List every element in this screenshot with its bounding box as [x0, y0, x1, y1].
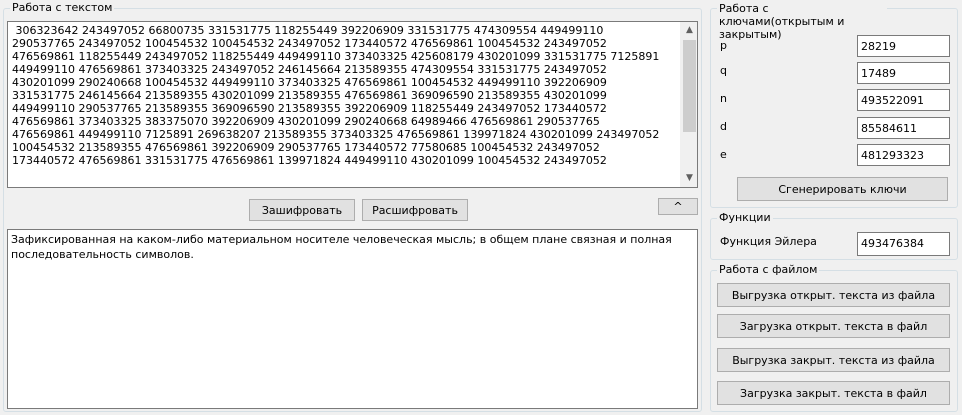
- key-label-n: n: [720, 92, 727, 105]
- scroll-thumb[interactable]: [683, 40, 696, 132]
- euler-label: Функция Эйлера: [720, 235, 817, 248]
- key-field-q[interactable]: 17489: [857, 62, 950, 84]
- key-label-e: e: [720, 148, 727, 161]
- cipher-text-area[interactable]: 306323642 243497052 66800735 331531775 1…: [7, 21, 698, 188]
- key-field-p[interactable]: 28219: [857, 35, 950, 57]
- plain-text-content: Зафиксированная на каком-либо материальн…: [11, 233, 672, 261]
- cipher-text-scrollbar[interactable]: ▲ ▼: [680, 22, 697, 187]
- load-plain-text-button[interactable]: Выгрузка открыт. текста из файла: [717, 283, 950, 307]
- text-group-title: Работа с текстом: [10, 1, 115, 15]
- key-field-n[interactable]: 493522091: [857, 89, 950, 111]
- file-group-title: Работа с файлом: [717, 263, 820, 277]
- save-plain-text-button[interactable]: Загрузка открыт. текста в файл: [717, 314, 950, 338]
- collapse-button[interactable]: ^: [658, 198, 698, 215]
- functions-group-title: Функции: [717, 211, 773, 225]
- key-field-d[interactable]: 85584611: [857, 117, 950, 139]
- key-label-q: q: [720, 64, 727, 77]
- save-cipher-text-button[interactable]: Загрузка закрыт. текста в файл: [717, 381, 950, 405]
- key-label-p: p: [720, 39, 727, 52]
- euler-field[interactable]: 493476384: [857, 232, 950, 256]
- cipher-text-content: 306323642 243497052 66800735 331531775 1…: [12, 24, 660, 167]
- key-field-e[interactable]: 481293323: [857, 144, 950, 166]
- load-cipher-text-button[interactable]: Выгрузка закрыт. текста из файла: [717, 348, 950, 372]
- generate-keys-button[interactable]: Сгенерировать ключи: [737, 177, 948, 201]
- key-label-d: d: [720, 120, 727, 133]
- plain-text-area[interactable]: Зафиксированная на каком-либо материальн…: [7, 229, 698, 409]
- encrypt-button[interactable]: Зашифровать: [249, 199, 355, 221]
- scroll-up-icon[interactable]: ▲: [681, 22, 697, 39]
- decrypt-button[interactable]: Расшифровать: [362, 199, 468, 221]
- scroll-down-icon[interactable]: ▼: [681, 170, 697, 187]
